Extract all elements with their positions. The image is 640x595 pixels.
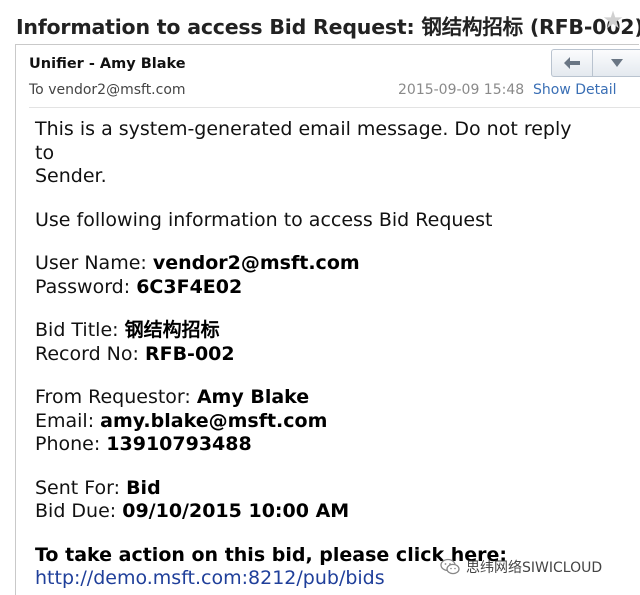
email-value: amy.blake@msft.com (100, 409, 328, 432)
email-row: Email: amy.blake@msft.com (35, 410, 595, 434)
show-detail-link[interactable]: Show Detail (533, 82, 616, 98)
notice-line-1: This is a system-generated email message… (35, 118, 572, 164)
requestor-value: Amy Blake (196, 386, 310, 408)
email-subject: Information to access Bid Request: 钢结构招标… (16, 15, 640, 39)
password-label: Password: (35, 275, 137, 298)
reply-icon (564, 57, 580, 69)
phone-value: 13910793488 (106, 433, 252, 455)
record-value: RFB-002 (144, 342, 235, 365)
intro-line: Use following information to access Bid … (35, 208, 493, 231)
bid-title-label: Bid Title: (35, 319, 125, 341)
sent-for-value: Bid (126, 476, 161, 499)
chevron-down-icon (610, 59, 623, 67)
watermark: 思纬网络SIWICLOUD (440, 556, 602, 578)
phone-label: Phone: (35, 433, 107, 455)
requestor-row: From Requestor: Amy Blake (35, 386, 595, 410)
password-value: 6C3F4E02 (136, 275, 243, 298)
sender-name: Unifier - Amy Blake (29, 56, 186, 72)
notice-line-2: Sender. (35, 165, 107, 187)
reply-button[interactable] (552, 50, 593, 76)
requestor-label: From Requestor: (35, 386, 197, 408)
wechat-icon (440, 558, 460, 575)
bid-title-row: Bid Title: 钢结构招标 (35, 319, 595, 343)
username-label: User Name: (35, 252, 153, 274)
password-row: Password: 6C3F4E02 (35, 276, 595, 300)
record-label: Record No: (35, 342, 145, 365)
username-value: vendor2@msft.com (152, 252, 360, 274)
record-row: Record No: RFB-002 (35, 343, 595, 367)
phone-row: Phone: 13910793488 (35, 433, 595, 457)
sent-for-row: Sent For: Bid (35, 477, 595, 501)
message-header: Unifier - Amy Blake To vendor2@msft.com … (16, 45, 640, 105)
sent-for-label: Sent For: (35, 476, 127, 499)
bid-due-row: Bid Due: 09/10/2015 10:00 AM (35, 500, 595, 524)
watermark-text: 思纬网络SIWICLOUD (466, 560, 603, 576)
more-actions-button[interactable] (593, 50, 640, 76)
header-divider (29, 107, 640, 108)
recipient-line: To vendor2@msft.com (29, 82, 186, 98)
bid-due-label: Bid Due: (35, 500, 123, 522)
bid-due-value: 09/10/2015 10:00 AM (122, 500, 350, 522)
username-row: User Name: vendor2@msft.com (35, 252, 595, 276)
star-icon[interactable]: ★ (601, 6, 625, 34)
email-label: Email: (35, 409, 101, 432)
message-date: 2015-09-09 15:48 (398, 82, 525, 98)
message-body: This is a system-generated email message… (35, 118, 595, 591)
subject-bar: Information to access Bid Request: 钢结构招标… (0, 0, 640, 44)
bid-title-value: 钢结构招标 (124, 319, 220, 341)
message-actions (551, 49, 640, 77)
